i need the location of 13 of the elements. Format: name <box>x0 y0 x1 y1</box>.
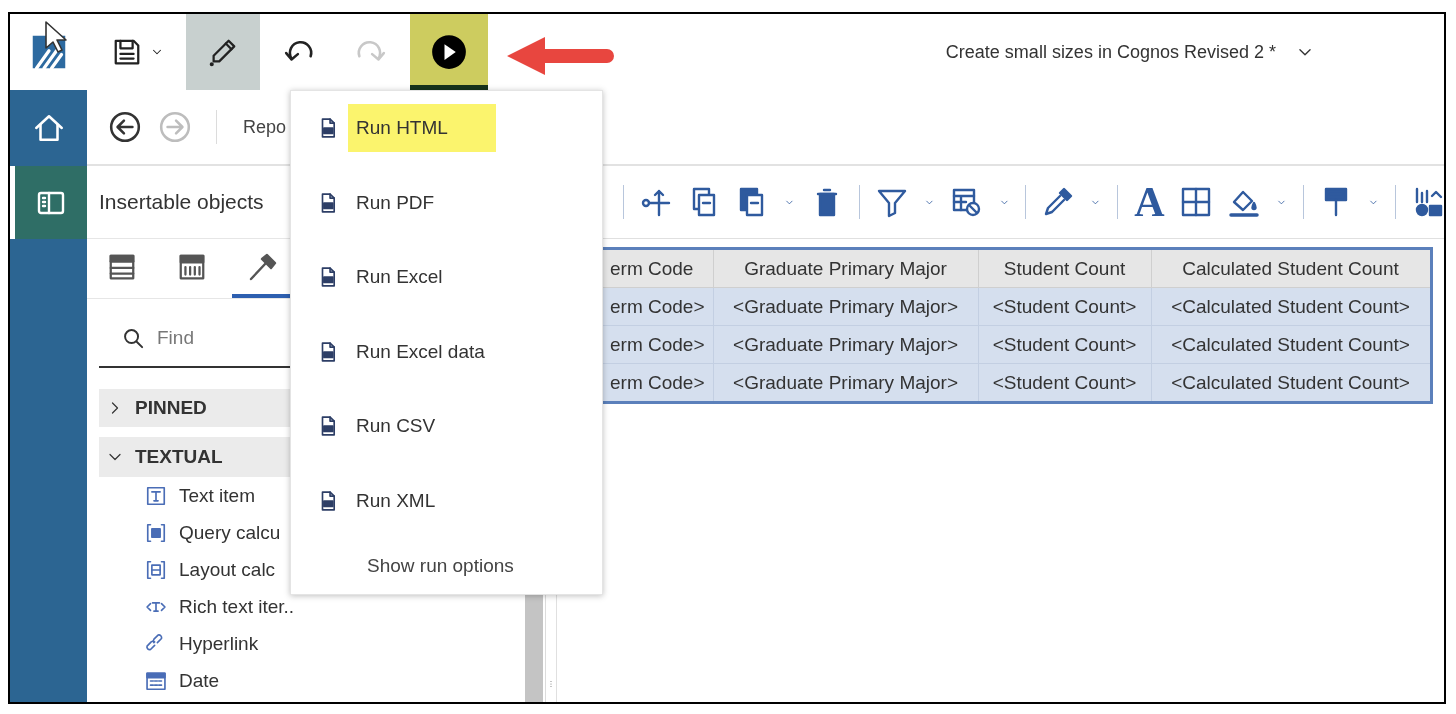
table-cell: <Calculated Student Count> <box>1151 287 1432 326</box>
table-cell: <Calculated Student Count> <box>1151 325 1432 364</box>
table-cell: <Graduate Primary Major> <box>713 287 979 326</box>
table-cell: <Graduate Primary Major> <box>713 363 979 403</box>
table-cell: <Calculated Student Count> <box>1151 363 1432 403</box>
table-cell: <Student Count> <box>978 325 1152 364</box>
table-cell: <Student Count> <box>978 363 1152 403</box>
column-header: Student Count <box>978 248 1152 288</box>
table-cell: <Graduate Primary Major> <box>713 325 979 364</box>
column-header: Graduate Primary Major <box>713 248 979 288</box>
column-header: Calculated Student Count <box>1151 248 1432 288</box>
panel-title: Insertable objects <box>99 190 264 214</box>
table-cell: <Student Count> <box>978 287 1152 326</box>
